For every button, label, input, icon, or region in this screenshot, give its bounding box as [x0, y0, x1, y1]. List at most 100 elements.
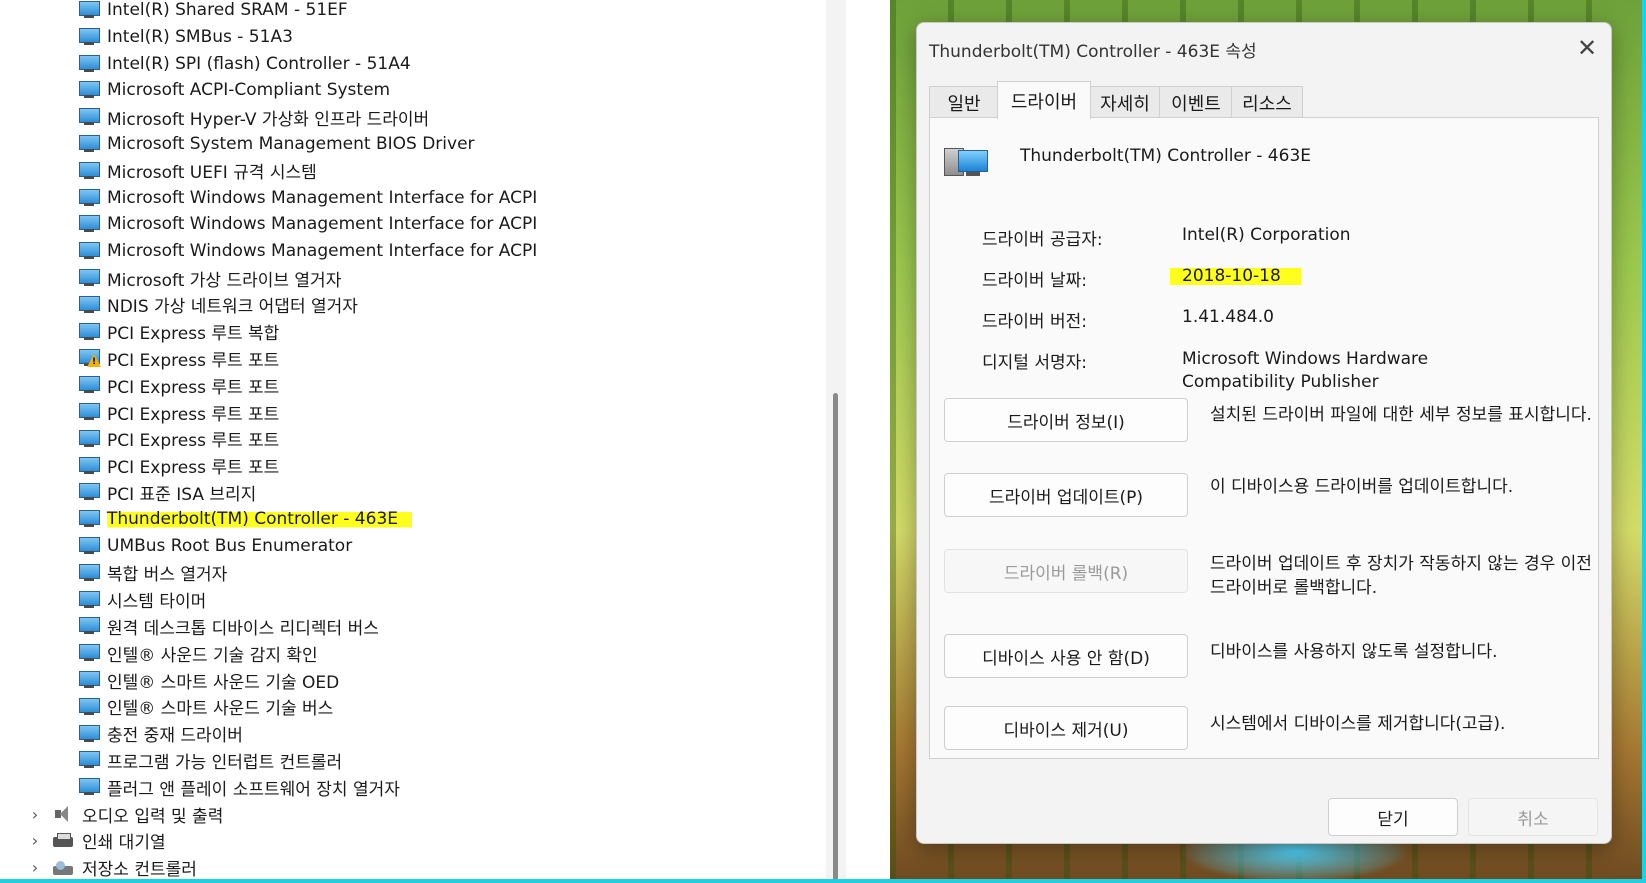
device-icon: [78, 670, 100, 690]
tree-item-label: Microsoft UEFI 규격 시스템: [107, 163, 317, 184]
device-icon: [78, 643, 100, 663]
tree-item-device[interactable]: Microsoft UEFI 규격 시스템: [78, 158, 317, 184]
chevron-right-icon[interactable]: ›: [26, 858, 44, 877]
disable-device-button[interactable]: 디바이스 사용 안 함(D): [944, 634, 1188, 678]
tree-item-device[interactable]: NDIS 가상 네트워크 어댑터 열거자: [78, 292, 358, 318]
device-icon: [78, 27, 100, 47]
tree-item-label: Microsoft Windows Management Interface f…: [107, 241, 538, 262]
tree-item-device[interactable]: PCI Express 루트 포트: [78, 453, 279, 479]
driver-details-button[interactable]: 드라이버 정보(I): [944, 398, 1188, 442]
chevron-right-icon[interactable]: ›: [26, 831, 44, 850]
tree-category[interactable]: › 저장소 컨트롤러: [26, 855, 197, 881]
tree-item-label: Intel(R) SPI (flash) Controller - 51A4: [107, 53, 411, 74]
tree-item-device[interactable]: Microsoft ACPI-Compliant System: [78, 77, 390, 103]
version-value: 1.41.484.0: [1182, 307, 1274, 327]
device-warning-icon: !: [78, 348, 101, 368]
tree-item-label: PCI Express 루트 포트: [107, 458, 280, 479]
cancel-button[interactable]: 취소: [1468, 798, 1598, 836]
device-icon: [78, 536, 100, 556]
tree-item-device[interactable]: Intel(R) SPI (flash) Controller - 51A4: [78, 51, 411, 77]
tree-item-label: 원격 데스크톱 디바이스 리디렉터 버스: [107, 618, 379, 639]
disable-device-desc: 디바이스를 사용하지 않도록 설정합니다.: [1210, 642, 1498, 662]
tree-item-label: 충전 중재 드라이버: [107, 726, 243, 747]
tree-item-label: 인텔® 사운드 기술 감지 확인: [107, 645, 318, 666]
tree-item-label: PCI Express 루트 포트: [107, 350, 280, 371]
tree-item-device[interactable]: PCI Express 루트 포트: [78, 426, 279, 452]
device-icon: [78, 375, 100, 395]
tree-category-label: 오디오 입력 및 출력: [82, 806, 224, 827]
rollback-driver-button[interactable]: 드라이버 롤백(R): [944, 549, 1188, 593]
device-icon: [78, 482, 100, 502]
storage-icon: [52, 858, 74, 878]
tab-details[interactable]: 자세히: [1089, 86, 1161, 119]
tree-item-device[interactable]: PCI 표준 ISA 브리지: [78, 479, 256, 505]
tree-item-label: Microsoft 가상 드라이브 열거자: [107, 270, 342, 291]
tree-item-label: UMBus Root Bus Enumerator: [107, 536, 353, 556]
tree-item-device[interactable]: PCI Express 루트 포트: [78, 372, 279, 398]
device-computer-icon: [944, 146, 990, 180]
tab-resources[interactable]: 리소스: [1231, 86, 1303, 119]
tree-item-label: PCI Express 루트 포트: [107, 431, 280, 452]
tree-item-device[interactable]: Microsoft Windows Management Interface f…: [78, 211, 537, 237]
signer-label: 디지털 서명자:: [982, 353, 1087, 373]
device-icon: [78, 134, 100, 154]
uninstall-device-button[interactable]: 디바이스 제거(U): [944, 706, 1188, 750]
tree-item-device[interactable]: Microsoft Windows Management Interface f…: [78, 238, 537, 264]
tree-scroll-thumb[interactable]: [833, 393, 838, 883]
tree-item-device[interactable]: 충전 중재 드라이버: [78, 721, 243, 747]
tab-general[interactable]: 일반: [929, 86, 999, 119]
signer-value: Microsoft Windows Hardware Compatibility…: [1182, 349, 1429, 392]
tab-driver[interactable]: 드라이버: [997, 81, 1091, 119]
tree-item-device[interactable]: 인텔® 스마트 사운드 기술 OED: [78, 667, 339, 693]
update-driver-button[interactable]: 드라이버 업데이트(P): [944, 473, 1188, 517]
tree-item-device[interactable]: PCI Express 루트 복합: [78, 319, 279, 345]
tree-category[interactable]: › 인쇄 대기열: [26, 828, 166, 854]
tree-item-device[interactable]: PCI Express 루트 포트: [78, 399, 279, 425]
tree-item-device[interactable]: Intel(R) SMBus - 51A3: [78, 24, 293, 50]
date-value: 2018-10-18: [1170, 266, 1301, 286]
tree-item-device[interactable]: 인텔® 스마트 사운드 기술 버스: [78, 694, 333, 720]
tree-item-device[interactable]: 인텔® 사운드 기술 감지 확인: [78, 640, 318, 666]
device-icon: [78, 509, 100, 529]
device-icon: [78, 777, 100, 797]
tree-item-device[interactable]: Microsoft Hyper-V 가상화 인프라 드라이버: [78, 104, 429, 130]
tree-item-label: 인텔® 스마트 사운드 기술 OED: [107, 672, 340, 693]
tree-item-selected-device[interactable]: Thunderbolt(TM) Controller - 463E: [78, 506, 413, 532]
device-icon: [78, 590, 100, 610]
printer-icon: [52, 831, 74, 851]
tree-item-device[interactable]: ! PCI Express 루트 포트: [78, 345, 279, 371]
screen-border-right: [1642, 0, 1646, 883]
tree-scrollbar[interactable]: [826, 0, 846, 883]
uninstall-device-desc: 시스템에서 디바이스를 제거합니다(고급).: [1210, 714, 1506, 734]
device-icon: [78, 241, 100, 261]
device-icon: [78, 80, 100, 100]
tree-category-label: 인쇄 대기열: [82, 833, 166, 854]
date-label: 드라이버 날짜:: [982, 271, 1087, 291]
tree-item-device[interactable]: UMBus Root Bus Enumerator: [78, 533, 352, 559]
speaker-icon: [52, 804, 74, 824]
tree-item-device[interactable]: Intel(R) Shared SRAM - 51EF: [78, 0, 348, 23]
tree-item-device[interactable]: 원격 데스크톱 디바이스 리디렉터 버스: [78, 613, 379, 639]
tree-item-label: PCI 표준 ISA 브리지: [107, 484, 257, 505]
tree-item-device[interactable]: Microsoft System Management BIOS Driver: [78, 131, 475, 157]
tree-item-label: Thunderbolt(TM) Controller - 463E: [107, 509, 413, 530]
tree-category[interactable]: › 오디오 입력 및 출력: [26, 801, 224, 827]
device-icon: [78, 161, 100, 181]
tree-item-device[interactable]: Microsoft Windows Management Interface f…: [78, 185, 537, 211]
tree-item-device[interactable]: 복합 버스 열거자: [78, 560, 227, 586]
chevron-right-icon[interactable]: ›: [26, 805, 44, 824]
rollback-driver-desc: 드라이버 업데이트 후 장치가 작동하지 않는 경우 이전 드라이버로 롤백합니…: [1210, 554, 1592, 598]
tree-item-label: 시스템 타이머: [107, 592, 207, 613]
tab-events[interactable]: 이벤트: [1159, 86, 1233, 119]
tree-item-device[interactable]: 프로그램 가능 인터럽트 컨트롤러: [78, 747, 342, 773]
tree-item-label: Microsoft ACPI-Compliant System: [107, 80, 391, 101]
screen-border-bottom: [0, 879, 1646, 883]
device-icon: [78, 697, 100, 717]
tree-item-label: 복합 버스 열거자: [107, 565, 228, 586]
close-button[interactable]: 닫기: [1328, 798, 1458, 836]
tree-item-label: PCI Express 루트 포트: [107, 377, 280, 398]
close-icon[interactable]: ✕: [1571, 33, 1603, 65]
tree-item-device[interactable]: 플러그 앤 플레이 소프트웨어 장치 열거자: [78, 774, 400, 800]
tree-item-device[interactable]: Microsoft 가상 드라이브 열거자: [78, 265, 341, 291]
tree-item-device[interactable]: 시스템 타이머: [78, 587, 206, 613]
